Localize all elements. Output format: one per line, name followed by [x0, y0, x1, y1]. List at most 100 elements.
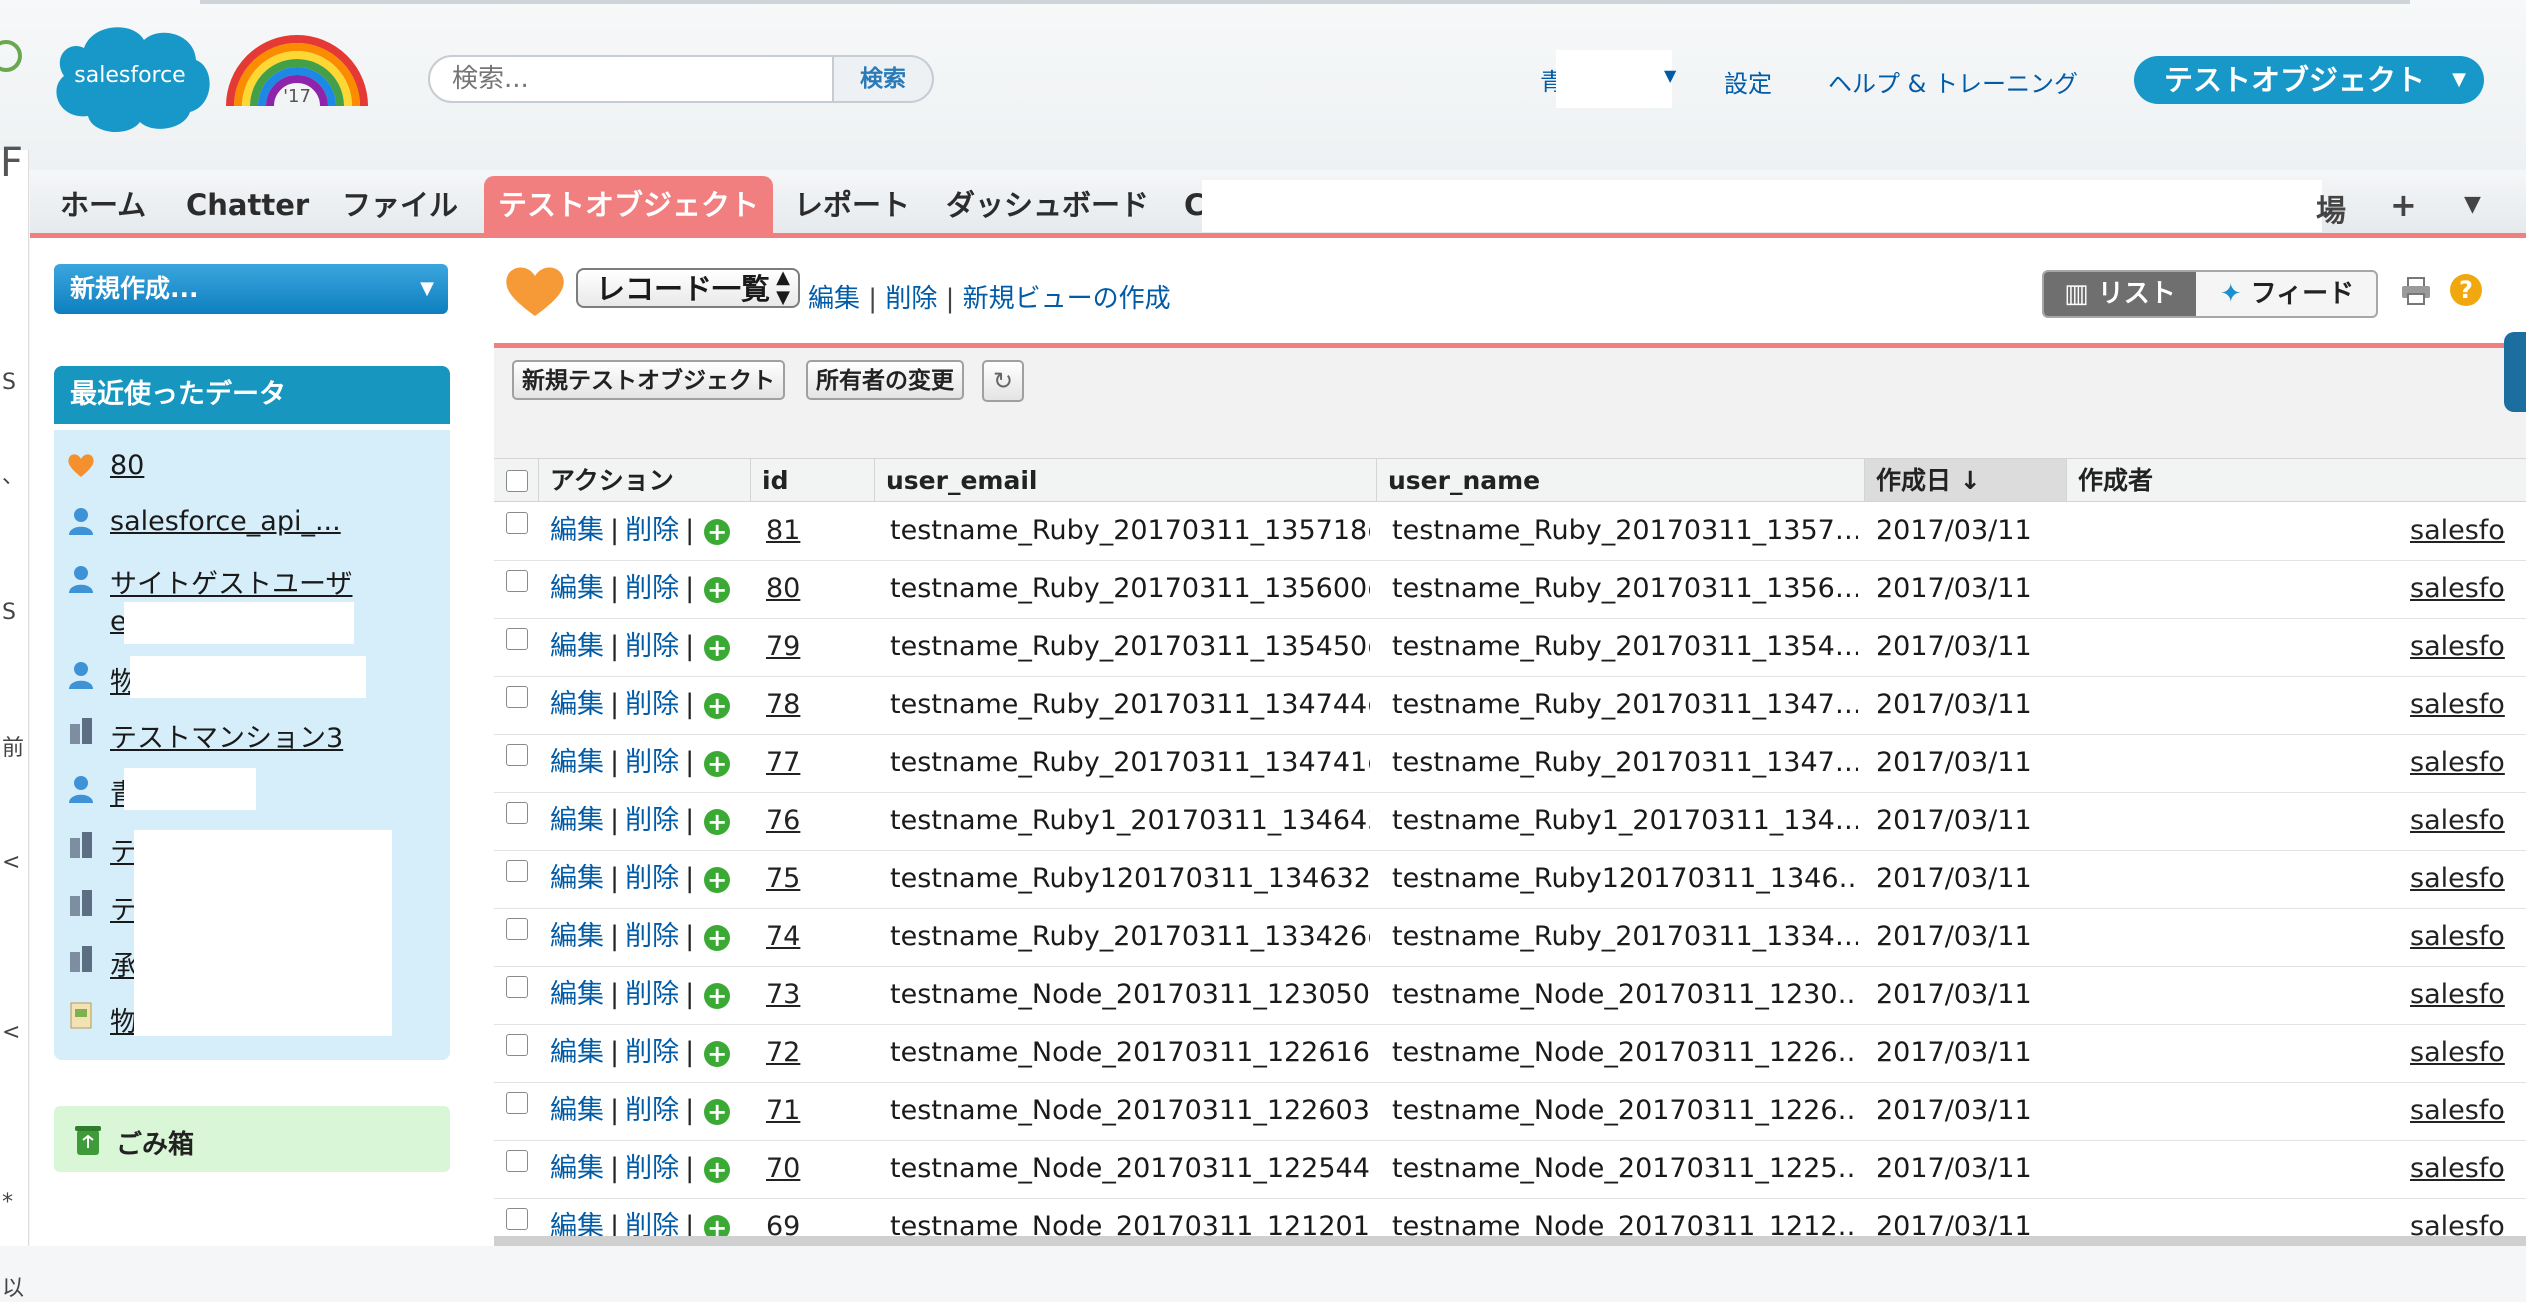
edit-link[interactable]: 編集	[550, 863, 604, 894]
delete-link[interactable]: 削除	[625, 1153, 679, 1184]
horizontal-scrollbar[interactable]	[494, 1236, 2526, 1246]
row-checkbox[interactable]	[506, 570, 528, 592]
record-id-link[interactable]: 70	[766, 1153, 800, 1184]
row-checkbox[interactable]	[506, 1208, 528, 1230]
column-header-user-name[interactable]: user_name	[1376, 458, 1864, 502]
change-owner-button[interactable]: 所有者の変更	[806, 360, 964, 400]
recent-item[interactable]: サイトゲストユーザ	[110, 562, 352, 601]
add-plus-icon[interactable]: +	[704, 692, 731, 719]
record-id-link[interactable]: 71	[766, 1095, 800, 1126]
record-id-link[interactable]: 79	[766, 631, 800, 662]
add-plus-icon[interactable]: +	[704, 1156, 731, 1183]
recent-item[interactable]: 80	[110, 450, 144, 481]
tab-home[interactable]: ホーム	[60, 176, 146, 234]
row-checkbox[interactable]	[506, 628, 528, 650]
edit-link[interactable]: 編集	[550, 921, 604, 952]
column-header-user-email[interactable]: user_email	[874, 458, 1376, 502]
record-id-link[interactable]: 74	[766, 921, 800, 952]
user-menu-caret-icon[interactable]: ▼	[1664, 66, 1676, 85]
owner-link[interactable]: salesfo	[2410, 689, 2505, 720]
record-id-link[interactable]: 77	[766, 747, 800, 778]
add-plus-icon[interactable]: +	[704, 576, 731, 603]
delete-link[interactable]: 削除	[625, 921, 679, 952]
print-icon[interactable]	[2400, 276, 2432, 306]
row-checkbox[interactable]	[506, 802, 528, 824]
owner-link[interactable]: salesfo	[2410, 747, 2505, 778]
add-plus-icon[interactable]: +	[704, 634, 731, 661]
delete-link[interactable]: 削除	[625, 979, 679, 1010]
owner-link[interactable]: salesfo	[2410, 1037, 2505, 1068]
record-id-link[interactable]: 73	[766, 979, 800, 1010]
record-id-link[interactable]: 80	[766, 573, 800, 604]
owner-link[interactable]: salesfo	[2410, 863, 2505, 894]
column-header-created-by[interactable]: 作成者	[2066, 458, 2526, 502]
tab-reports[interactable]: レポート	[794, 176, 910, 234]
owner-link[interactable]: salesfo	[2410, 515, 2505, 546]
column-header-id[interactable]: id	[750, 458, 874, 502]
record-id-link[interactable]: 76	[766, 805, 800, 836]
select-all-checkbox[interactable]	[506, 470, 528, 492]
add-plus-icon[interactable]: +	[704, 750, 731, 777]
row-checkbox[interactable]	[506, 976, 528, 998]
edit-link[interactable]: 編集	[550, 515, 604, 546]
add-plus-icon[interactable]: +	[704, 1098, 731, 1125]
edit-link[interactable]: 編集	[550, 573, 604, 604]
edit-link[interactable]: 編集	[550, 1095, 604, 1126]
tab-test-object[interactable]: テストオブジェクト	[484, 176, 774, 234]
owner-link[interactable]: salesfo	[2410, 1153, 2505, 1184]
help-training-link[interactable]: ヘルプ & トレーニング	[1828, 64, 2078, 99]
add-plus-icon[interactable]: +	[704, 866, 731, 893]
add-tab-plus-icon[interactable]: +	[2390, 186, 2417, 224]
new-record-button[interactable]: 新規テストオブジェクト	[512, 360, 785, 400]
add-plus-icon[interactable]: +	[704, 808, 731, 835]
recent-item[interactable]: テストマンション3	[110, 716, 343, 755]
add-plus-icon[interactable]: +	[704, 924, 731, 951]
record-id-link[interactable]: 78	[766, 689, 800, 720]
delete-link[interactable]: 削除	[625, 1037, 679, 1068]
row-checkbox[interactable]	[506, 512, 528, 534]
owner-link[interactable]: salesfo	[2410, 573, 2505, 604]
record-id-link[interactable]: 75	[766, 863, 800, 894]
row-checkbox[interactable]	[506, 1092, 528, 1114]
recycle-bin-label[interactable]: ごみ箱	[116, 1124, 194, 1161]
setup-link[interactable]: 設定	[1724, 64, 1772, 99]
column-header-action[interactable]: アクション	[538, 458, 750, 502]
refresh-icon[interactable]: ↻	[982, 360, 1024, 402]
recent-item[interactable]: テ	[110, 888, 137, 927]
tab-files[interactable]: ファイル	[342, 176, 458, 234]
delete-link[interactable]: 削除	[625, 1095, 679, 1126]
tab-partial[interactable]: 場	[2316, 186, 2346, 230]
owner-link[interactable]: salesfo	[2410, 805, 2505, 836]
recycle-bin-panel[interactable]	[54, 1106, 450, 1172]
edit-link[interactable]: 編集	[550, 1037, 604, 1068]
sidebar-collapse-handle[interactable]	[2504, 332, 2526, 412]
row-checkbox[interactable]	[506, 1150, 528, 1172]
owner-link[interactable]: salesfo	[2410, 1095, 2505, 1126]
delete-link[interactable]: 削除	[625, 863, 679, 894]
row-checkbox[interactable]	[506, 860, 528, 882]
delete-link[interactable]: 削除	[625, 689, 679, 720]
delete-view-link[interactable]: 削除	[885, 284, 937, 314]
delete-link[interactable]: 削除	[625, 515, 679, 546]
edit-link[interactable]: 編集	[550, 979, 604, 1010]
view-select[interactable]: レコード一覧 ▲ ▼	[576, 268, 800, 308]
edit-link[interactable]: 編集	[550, 805, 604, 836]
recent-item[interactable]: 物	[110, 1000, 137, 1039]
row-checkbox[interactable]	[506, 686, 528, 708]
tab-dashboards[interactable]: ダッシュボード	[946, 176, 1149, 234]
row-checkbox[interactable]	[506, 1034, 528, 1056]
record-id-link[interactable]: 72	[766, 1037, 800, 1068]
create-view-link[interactable]: 新規ビューの作成	[963, 284, 1171, 314]
more-tabs-chevron-icon[interactable]: ▼	[2464, 192, 2481, 217]
edit-link[interactable]: 編集	[550, 689, 604, 720]
recent-item[interactable]: 承	[110, 944, 137, 983]
help-icon[interactable]: ?	[2450, 274, 2482, 306]
owner-link[interactable]: salesfo	[2410, 979, 2505, 1010]
add-plus-icon[interactable]: +	[704, 1040, 731, 1067]
edit-link[interactable]: 編集	[550, 631, 604, 662]
edit-link[interactable]: 編集	[550, 1153, 604, 1184]
record-id-link[interactable]: 81	[766, 515, 800, 546]
add-plus-icon[interactable]: +	[704, 518, 731, 545]
tab-chatter[interactable]: Chatter	[186, 176, 309, 234]
owner-link[interactable]: salesfo	[2410, 631, 2505, 662]
